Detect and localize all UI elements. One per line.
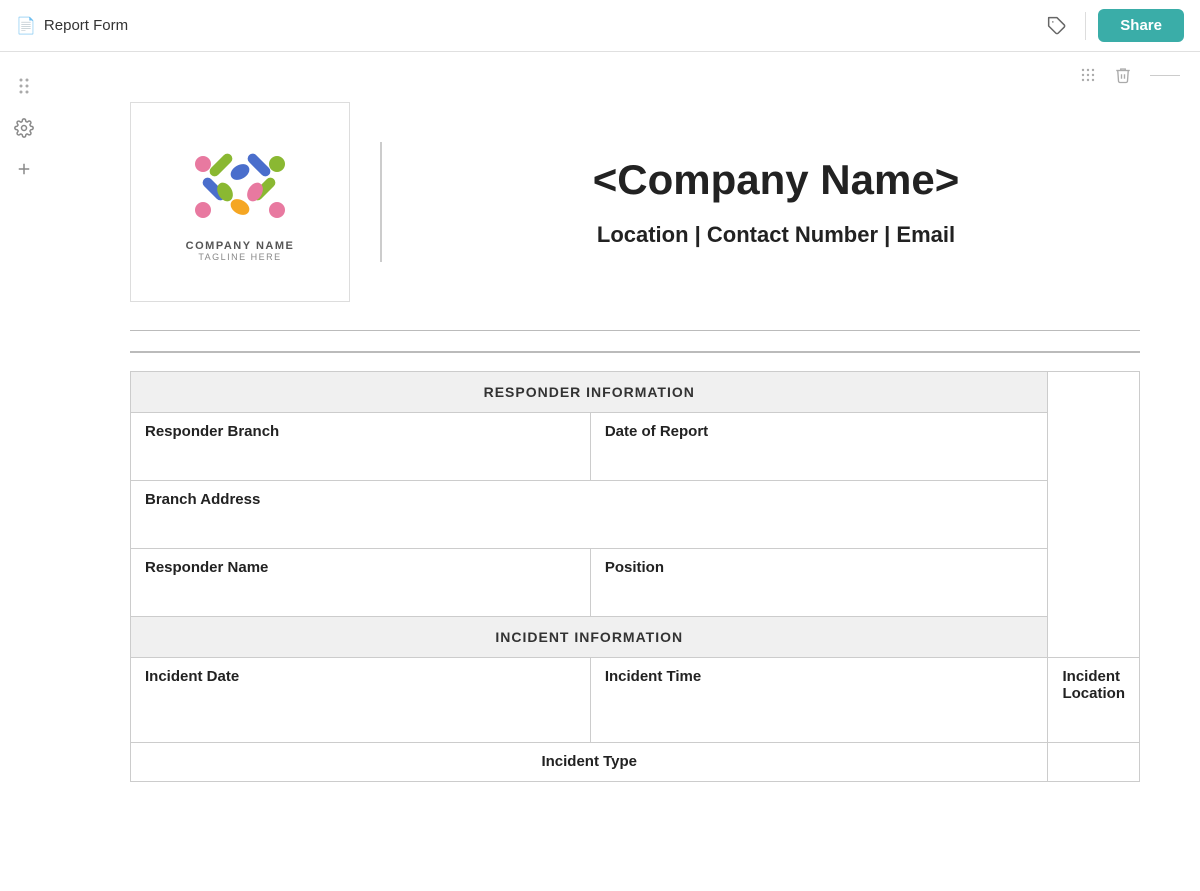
report-table: RESPONDER INFORMATION Responder Branch D… [130, 371, 1140, 782]
incident-type-cell: Incident Type [131, 742, 1048, 781]
incident-type-label: Incident Type [541, 753, 637, 770]
top-float-toolbar [0, 52, 1200, 92]
logo-company-name: COMPANY NAME [186, 240, 295, 252]
date-of-report-cell: Date of Report [590, 412, 1048, 480]
document: COMPANY NAME TAGLINE HERE <Company Name>… [130, 92, 1140, 782]
delete-icon-button[interactable] [1110, 62, 1136, 88]
responder-name-label: Responder Name [145, 559, 576, 576]
settings-icon-button[interactable] [10, 114, 38, 142]
incident-section-label: INCIDENT INFORMATION [131, 616, 1048, 657]
responder-section-label: RESPONDER INFORMATION [131, 371, 1048, 412]
responder-name-cell: Responder Name [131, 548, 591, 616]
responder-branch-cell: Responder Branch [131, 412, 591, 480]
app-title: Report Form [44, 17, 128, 34]
file-icon: 📄 [16, 16, 36, 36]
table-row: Branch Address [131, 480, 1140, 548]
table-row: Incident Date Incident Time Incident Loc… [131, 657, 1140, 742]
incident-date-label: Incident Date [145, 668, 576, 685]
incident-time-cell: Incident Time [590, 657, 1048, 742]
doc-header: COMPANY NAME TAGLINE HERE <Company Name>… [130, 92, 1140, 331]
responder-section-header-row: RESPONDER INFORMATION [131, 371, 1140, 412]
topbar-left: 📄 Report Form [16, 16, 128, 36]
incident-location-label: Incident Location [1062, 668, 1125, 702]
topbar: 📄 Report Form Share [0, 0, 1200, 52]
drag-handle[interactable] [13, 72, 35, 100]
logo-box: COMPANY NAME TAGLINE HERE [130, 102, 350, 302]
main-content: COMPANY NAME TAGLINE HERE <Company Name>… [0, 52, 1200, 822]
branch-address-label: Branch Address [145, 491, 1033, 508]
section-divider [130, 351, 1140, 353]
responder-branch-label: Responder Branch [145, 423, 576, 440]
logo-tagline: TAGLINE HERE [198, 252, 281, 262]
incident-location-cell: Incident Location [1048, 657, 1140, 742]
company-info: <Company Name> Location | Contact Number… [412, 156, 1140, 248]
add-icon-button[interactable] [11, 156, 37, 182]
sidebar-tools [10, 72, 38, 182]
incident-section-header-row: INCIDENT INFORMATION [131, 616, 1140, 657]
table-row: Responder Branch Date of Report [131, 412, 1140, 480]
company-logo [185, 142, 295, 232]
topbar-right: Share [1041, 9, 1184, 42]
incident-date-cell: Incident Date [131, 657, 591, 742]
topbar-divider [1085, 12, 1086, 40]
grid-icon-button[interactable] [1076, 63, 1100, 87]
company-subtitle: Location | Contact Number | Email [597, 222, 955, 248]
share-button[interactable]: Share [1098, 9, 1184, 42]
header-vertical-divider [380, 142, 382, 262]
table-row: Responder Name Position [131, 548, 1140, 616]
company-title: <Company Name> [593, 156, 959, 204]
position-cell: Position [590, 548, 1048, 616]
branch-address-cell: Branch Address [131, 480, 1048, 548]
date-of-report-label: Date of Report [605, 423, 1034, 440]
table-row: Incident Type [131, 742, 1140, 781]
header-content: COMPANY NAME TAGLINE HERE <Company Name>… [130, 92, 1140, 312]
incident-time-label: Incident Time [605, 668, 1034, 685]
tag-icon-button[interactable] [1041, 10, 1073, 42]
position-label: Position [605, 559, 1034, 576]
